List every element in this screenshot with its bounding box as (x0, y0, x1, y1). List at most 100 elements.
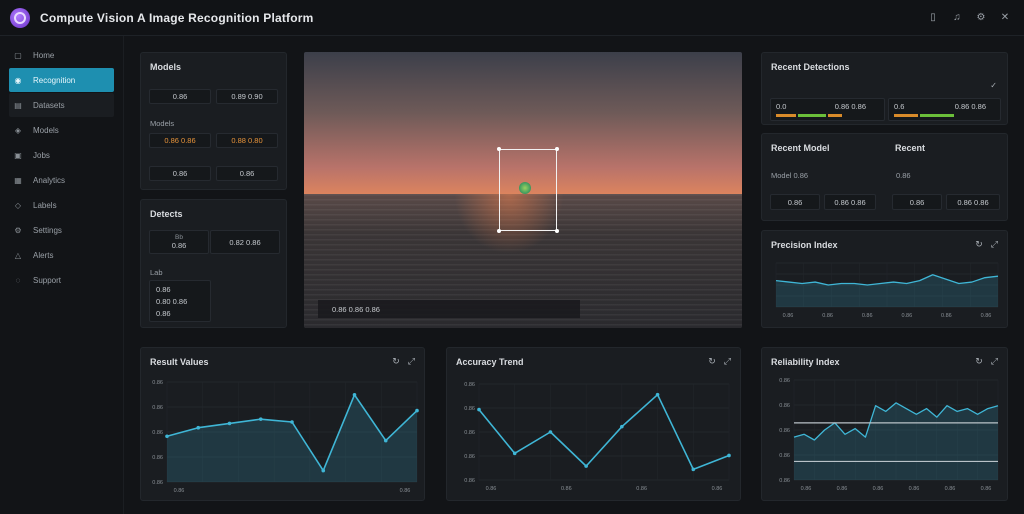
y-tick-label: 0.86 (464, 454, 475, 460)
scan-icon: ◉ (14, 75, 22, 85)
image-viewer[interactable]: 0.86 0.86 0.86 (304, 52, 742, 328)
data-point (258, 417, 263, 421)
y-tick-label: 0.86 (779, 453, 790, 459)
model-field[interactable]: 0.88 0.80 (216, 133, 278, 148)
y-tick-label: 0.86 (464, 406, 475, 412)
data-point (321, 468, 326, 473)
data-point (691, 467, 696, 472)
x-tick-label: 0.86 (909, 486, 920, 492)
logo-icon (10, 7, 30, 28)
close-icon[interactable]: ✕ (1000, 12, 1010, 24)
sidebar-item-recognition[interactable]: ◉ Recognition (9, 68, 114, 92)
data-point (352, 393, 357, 397)
bar-segment (894, 114, 918, 117)
label-icon: ◇ (14, 200, 22, 210)
analytics-icon: ▦ (14, 175, 22, 185)
bar-segment (920, 114, 954, 117)
y-tick-label: 0.86 (464, 478, 475, 484)
stat-field[interactable]: 0.86 0.86 (946, 194, 1000, 210)
panel-title: Recent Model (771, 143, 830, 153)
stat-field[interactable]: 0.86 (770, 194, 820, 210)
series-area (167, 394, 417, 482)
data-point (383, 438, 388, 443)
box-handle[interactable] (497, 229, 501, 233)
home-icon: ▢ (14, 50, 22, 60)
phone-icon[interactable]: ▯ (928, 12, 938, 24)
sidebar-item-label: Datasets (33, 100, 65, 110)
models-panel: Models 0.86 0.89 0.90 Models 0.86 0.86 0… (140, 52, 287, 190)
y-tick-label: 0.86 (779, 478, 790, 484)
x-tick-label: 0.86 (486, 486, 497, 492)
detects-panel: Detects Bb 0.86 0.82 0.86 Lab 0.86 0.80 … (140, 199, 287, 328)
detect-field[interactable]: Bb 0.86 (149, 230, 209, 254)
sidebar-item-home[interactable]: ▢ Home (9, 43, 114, 67)
recent-values: 0.6 0.86 0.86 (894, 102, 1000, 111)
box-handle[interactable] (555, 147, 559, 151)
data-point (512, 451, 517, 456)
sidebar-item-datasets[interactable]: ▤ Datasets (9, 93, 114, 117)
sidebar-item-settings[interactable]: ⚙ Settings (9, 218, 114, 242)
recent-detections-panel: Recent Detections ✓ 0.0 0.86 0.86 0.6 0.… (761, 52, 1008, 125)
sidebar-item-analytics[interactable]: ▦ Analytics (9, 168, 114, 192)
panel-title: Detects (150, 209, 183, 219)
sidebar-item-label: Models (33, 125, 59, 135)
data-point (196, 425, 201, 430)
x-tick-label: 0.86 (400, 488, 411, 494)
sidebar-item-support[interactable]: ◌ Support (9, 268, 114, 292)
data-point (165, 434, 169, 439)
data-point (227, 421, 232, 426)
x-tick-label: 0.86 (873, 486, 884, 492)
precision-index-panel: Precision Index ↻ ⤢ 0.86 0.86 0.86 0.86 0.86 0… (761, 230, 1008, 328)
model-field[interactable]: 0.86 0.86 (149, 133, 211, 148)
sidebar-item-label: Recognition (33, 75, 76, 85)
stat-field[interactable]: 0.86 (892, 194, 942, 210)
sidebar-item-labels[interactable]: ◇ Labels (9, 193, 114, 217)
settings-icon[interactable]: ⚙ (976, 12, 986, 24)
sidebar: ▢ Home ◉ Recognition ▤ Datasets ◈ Models ▣ Jobs ▦ A… (0, 36, 124, 514)
panel-title: Recent Detections (771, 62, 850, 72)
list-item: 0.86 (156, 308, 171, 318)
bar-segment (776, 114, 796, 117)
x-tick-label: 0.86 (837, 486, 848, 492)
reliability-index-panel: Reliability Index ↻ ⤢ 0.86 0.86 0.86 0.86 0.8… (761, 347, 1008, 501)
bar-segment (828, 114, 842, 117)
stat-field[interactable]: 0.86 0.86 (824, 194, 876, 210)
y-tick-label: 0.86 (779, 378, 790, 384)
chart-3: 0.86 0.86 0.86 0.86 0.86 0.86 0.86 0.86 0.86 0.86… (779, 378, 999, 492)
y-tick-label: 0.86 (779, 403, 790, 409)
x-tick-label: 0.86 (981, 486, 992, 492)
sidebar-item-alerts[interactable]: △ Alerts (9, 243, 114, 267)
result-values-panel: Result Values ↻ ⤢ 0.86 0.86 0.86 0.86 0.86 0.8… (140, 347, 425, 501)
sidebar-item-label: Support (33, 275, 62, 285)
recent-row: 0.6 0.86 0.86 (888, 98, 1001, 121)
box-handle[interactable] (555, 229, 559, 233)
bounding-box[interactable] (497, 147, 559, 233)
recent-values: 0.0 0.86 0.86 (776, 102, 884, 111)
top-bar: Compute Vision A Image Recognition Platf… (0, 0, 1024, 36)
model-field[interactable]: 0.86 (149, 89, 211, 104)
x-tick-label: 0.86 (174, 488, 185, 494)
model-field[interactable]: 0.86 (149, 166, 211, 181)
x-tick-label: 0.86 (712, 486, 723, 492)
recent-row: 0.0 0.86 0.86 (770, 98, 885, 121)
recent-model-panel: Recent Model Recent Model 0.86 0.86 0.86… (761, 133, 1008, 221)
detect-field[interactable]: 0.82 0.86 (210, 230, 280, 254)
app-title: Compute Vision A Image Recognition Platf… (40, 10, 314, 25)
panel-title-right: Recent (895, 143, 926, 153)
model-field[interactable]: 0.89 0.90 (216, 89, 278, 104)
data-point (655, 392, 660, 397)
sidebar-item-models[interactable]: ◈ Models (9, 118, 114, 142)
bell-icon[interactable]: ♫ (952, 12, 962, 24)
stats-sub-label: Model 0.86 (771, 171, 809, 180)
data-point (727, 453, 731, 458)
detect-field-label: Bb (175, 234, 183, 241)
box-handle[interactable] (497, 147, 501, 151)
list-item: 0.86 (156, 284, 171, 294)
model-field[interactable]: 0.86 (216, 166, 278, 181)
dropdown-icon[interactable]: ✓ (990, 81, 997, 90)
jobs-icon: ▣ (14, 150, 22, 160)
recent-cell: 0.6 (894, 102, 905, 111)
y-tick-label: 0.86 (152, 380, 163, 386)
sidebar-item-jobs[interactable]: ▣ Jobs (9, 143, 114, 167)
mini-label: Lab (150, 268, 163, 277)
